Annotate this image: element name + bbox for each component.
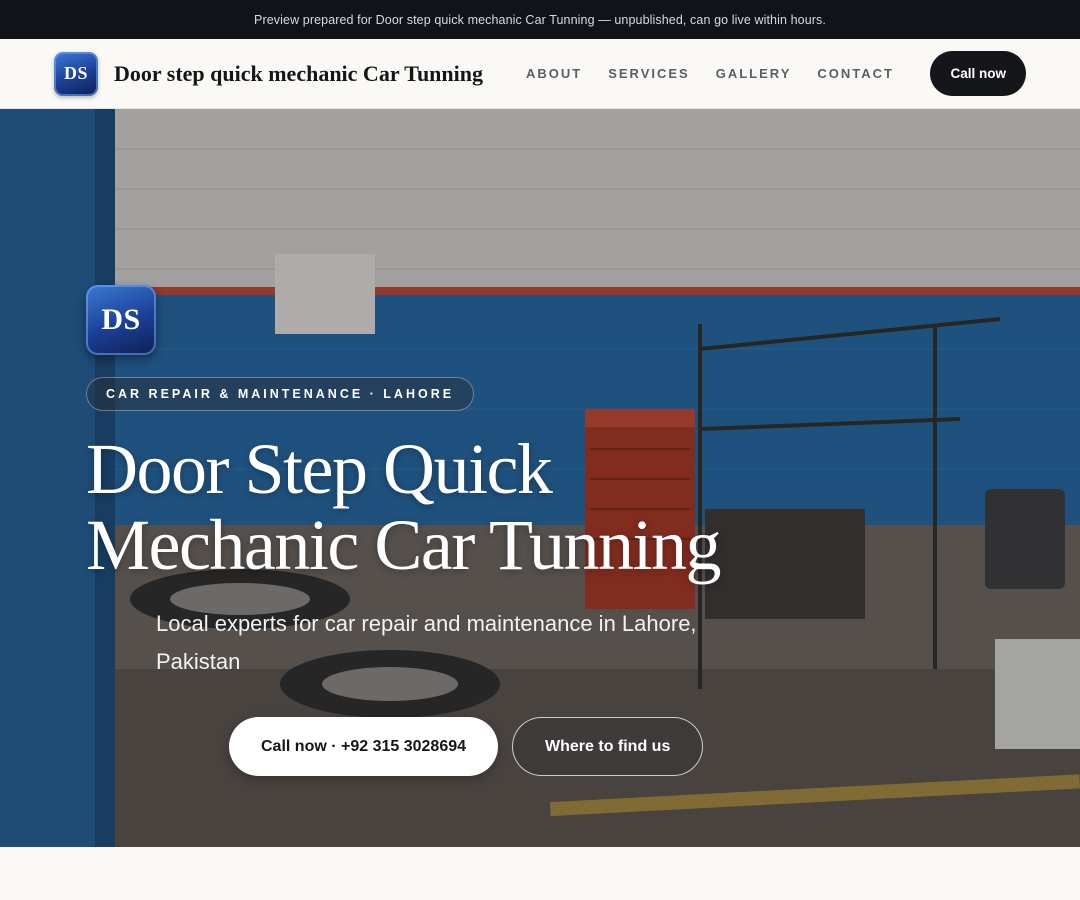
brand-name[interactable]: Door step quick mechanic Car Tunning (114, 61, 483, 87)
hero-logo: DS (86, 285, 156, 355)
preview-banner: Preview prepared for Door step quick mec… (0, 0, 1080, 39)
hero-title-line-1: Door Step Quick (86, 429, 553, 509)
nav-about[interactable]: ABOUT (526, 66, 582, 81)
nav-services[interactable]: SERVICES (608, 66, 690, 81)
hero-location-button[interactable]: Where to find us (512, 717, 704, 776)
next-section (0, 847, 1080, 899)
hero-content: DS CAR REPAIR & MAINTENANCE · LAHORE Doo… (86, 285, 786, 776)
site-header: DS Door step quick mechanic Car Tunning … (0, 39, 1080, 109)
hero-title: Door Step Quick Mechanic Car Tunning (86, 431, 786, 583)
nav-gallery[interactable]: GALLERY (716, 66, 792, 81)
hero-logo-text: DS (101, 303, 141, 336)
hero-section: DS CAR REPAIR & MAINTENANCE · LAHORE Doo… (0, 109, 1080, 847)
hero-actions: Call now · +92 315 3028694 Where to find… (229, 717, 786, 776)
logo[interactable]: DS (54, 51, 98, 96)
hero-eyebrow-badge: CAR REPAIR & MAINTENANCE · LAHORE (86, 377, 475, 411)
hero-call-button[interactable]: Call now · +92 315 3028694 (229, 717, 499, 776)
preview-banner-text: Preview prepared for Door step quick mec… (254, 12, 826, 27)
hero-title-line-2: Mechanic Car Tunning (86, 505, 721, 585)
hero-subtitle: Local experts for car repair and mainten… (156, 611, 697, 674)
main-nav: ABOUT SERVICES GALLERY CONTACT (526, 66, 894, 81)
nav-contact[interactable]: CONTACT (817, 66, 894, 81)
header-call-button[interactable]: Call now (930, 51, 1026, 96)
logo-text: DS (63, 63, 88, 83)
